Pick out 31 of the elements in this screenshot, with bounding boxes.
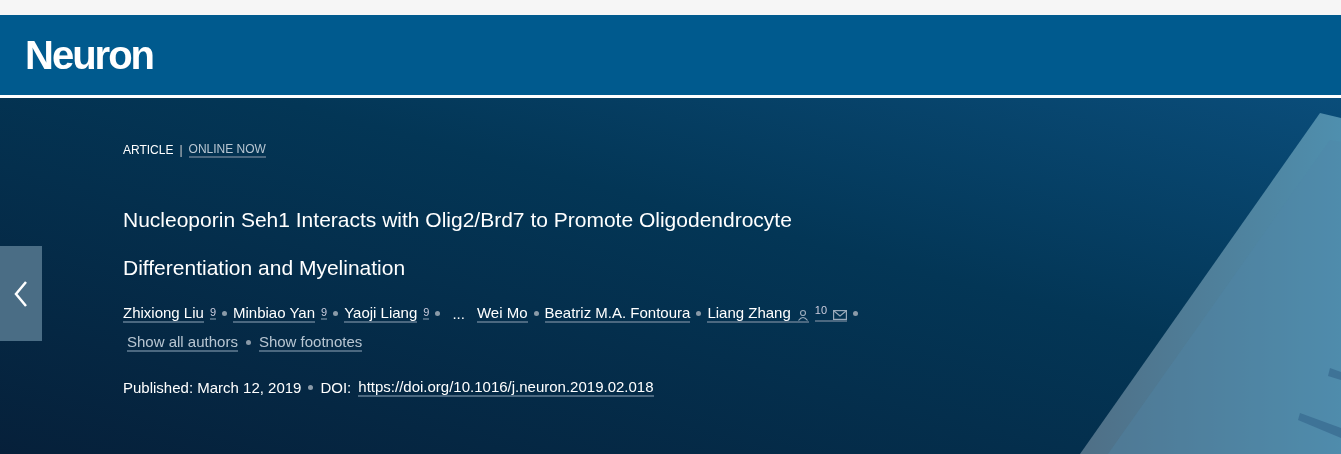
show-link[interactable]: Show footnotes (258, 333, 363, 352)
bullet (222, 311, 227, 316)
bullet (333, 311, 339, 316)
footnote-link[interactable]: 9 (423, 307, 430, 320)
ellipsis: ... (452, 305, 465, 322)
published-date: Published: March 12, 2019 (123, 379, 302, 396)
author-link[interactable]: Yaoji Liang (344, 304, 418, 323)
bullet (308, 385, 314, 390)
separator: | (179, 143, 183, 157)
footnote-link[interactable]: 10 (814, 305, 848, 322)
author-link[interactable]: Wei Mo (476, 304, 528, 323)
author-link[interactable]: Minbiao Yan (233, 304, 316, 323)
bullet (533, 311, 539, 316)
author-link[interactable]: Liang Zhang (707, 304, 809, 323)
footnote-link[interactable]: 9 (321, 307, 328, 320)
author-link[interactable]: Zhixiong Liu (123, 304, 204, 323)
status-link[interactable]: ONLINE NOW (188, 142, 266, 158)
bullet (696, 311, 702, 316)
journal-logo[interactable]: Neuron (25, 32, 153, 78)
article-title: Nucleoporin Seh1 Interacts with Olig2/Brd7 to Promote Oligodendrocyte Differentiation and Myelination (123, 207, 793, 281)
article-type: ARTICLE (123, 143, 174, 157)
doi-label: DOI: (320, 379, 352, 396)
bullet (853, 311, 859, 316)
show-link[interactable]: Show all authors (127, 333, 238, 352)
bullet (245, 340, 251, 345)
previous-button[interactable] (0, 246, 42, 341)
doi-link[interactable]: https://doi.org/10.1016/j.neuron.2019.02.018 (358, 378, 654, 397)
author-link[interactable]: Beatriz M.A. Fontoura (544, 304, 691, 323)
footnote-link[interactable]: 9 (209, 307, 216, 320)
bullet (435, 311, 441, 316)
chevron-left-icon (13, 279, 29, 308)
